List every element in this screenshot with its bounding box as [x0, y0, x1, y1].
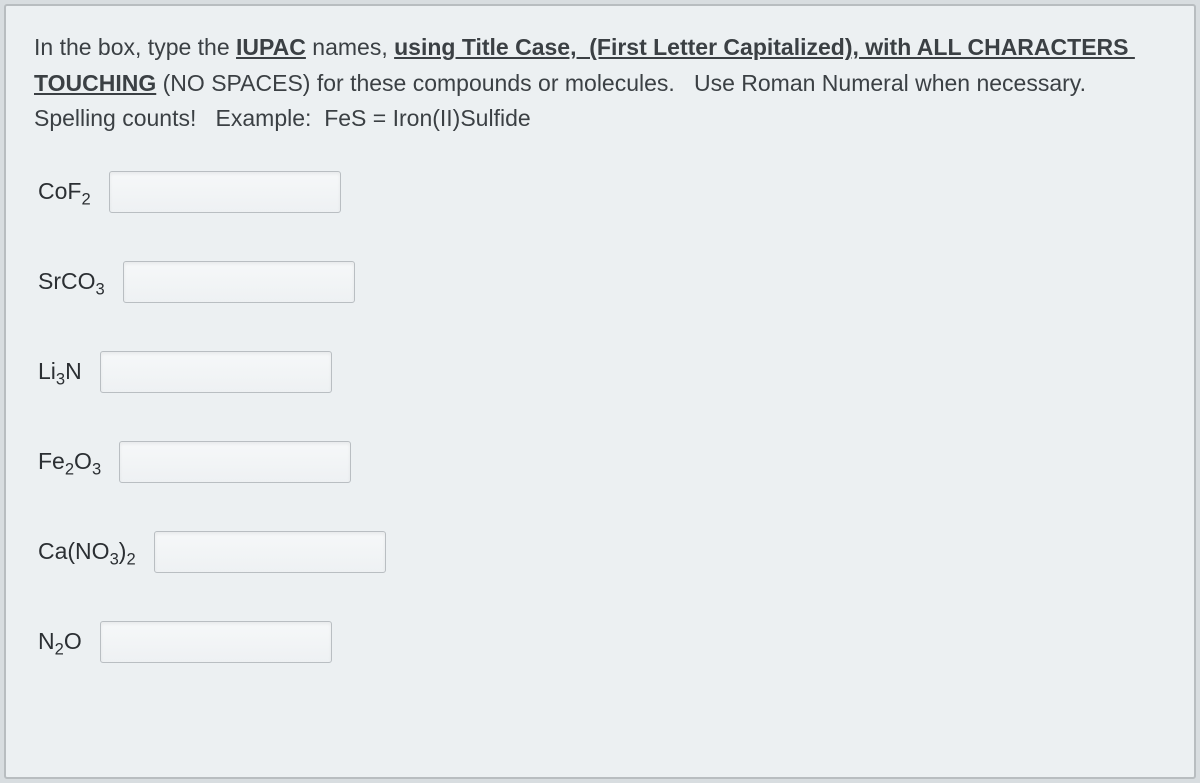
- answer-input[interactable]: [100, 621, 332, 663]
- formula-label: Li3N: [38, 358, 82, 385]
- formula-label: N2O: [38, 628, 82, 655]
- instruction-segment: IUPAC: [236, 34, 306, 60]
- compound-row: N2O: [38, 621, 1166, 663]
- answer-input[interactable]: [109, 171, 341, 213]
- instruction-segment: (NO SPACES) for these compounds or molec…: [34, 70, 1099, 132]
- compound-row: Li3N: [38, 351, 1166, 393]
- instructions-text: In the box, type the IUPAC names, using …: [34, 30, 1166, 137]
- instruction-segment: In the box, type the: [34, 34, 236, 60]
- formula-label: Ca(NO3)2: [38, 538, 136, 565]
- compound-rows: CoF2 SrCO3 Li3N Fe2O3 Ca(NO3)2 N2O: [34, 171, 1166, 663]
- answer-input[interactable]: [154, 531, 386, 573]
- formula-label: Fe2O3: [38, 448, 101, 475]
- instruction-segment: names,: [306, 34, 394, 60]
- answer-input[interactable]: [119, 441, 351, 483]
- compound-row: CoF2: [38, 171, 1166, 213]
- answer-input[interactable]: [123, 261, 355, 303]
- answer-input[interactable]: [100, 351, 332, 393]
- compound-row: SrCO3: [38, 261, 1166, 303]
- formula-label: CoF2: [38, 178, 91, 205]
- compound-row: Ca(NO3)2: [38, 531, 1166, 573]
- question-sheet: In the box, type the IUPAC names, using …: [4, 4, 1196, 779]
- formula-label: SrCO3: [38, 268, 105, 295]
- compound-row: Fe2O3: [38, 441, 1166, 483]
